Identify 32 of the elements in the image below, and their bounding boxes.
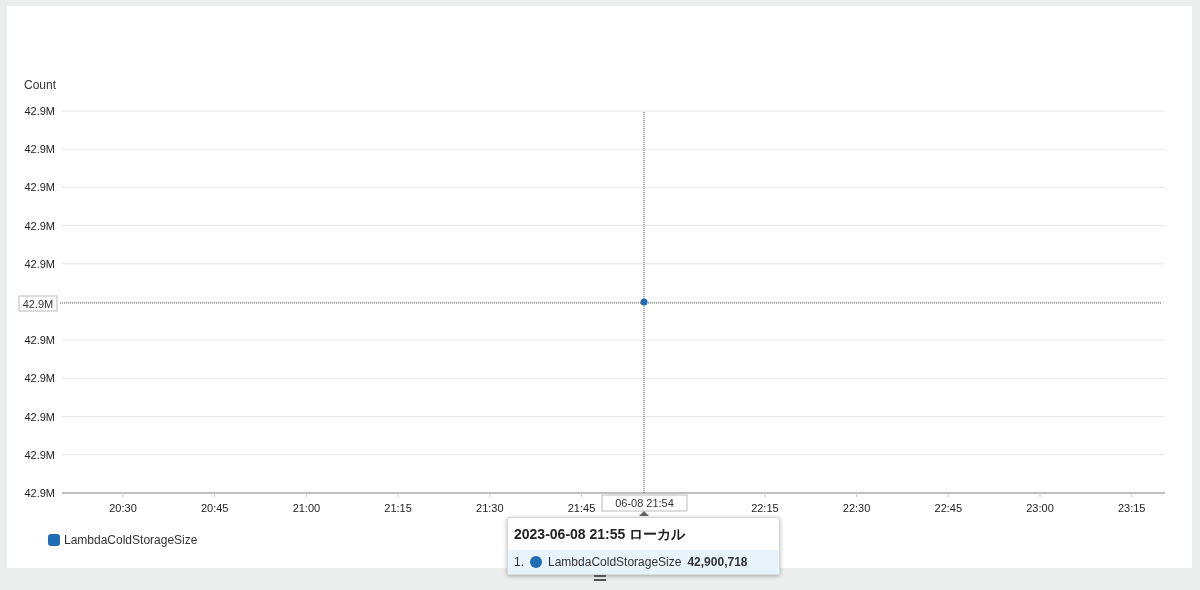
crosshair-time-label: 06-08 21:54 (601, 494, 688, 512)
axis-tick-label: 21:30 (476, 502, 504, 514)
axis-tick-label: 21:00 (292, 502, 321, 514)
axis-tick-label: 22:45 (934, 502, 963, 514)
axis-tick-label: 20:45 (200, 502, 229, 514)
axis-tick-label: 42.9M (24, 487, 55, 499)
data-point (640, 298, 648, 306)
axis-tick-label: 42.9M (24, 334, 55, 347)
axis-tick-label: 42.9M (24, 372, 55, 385)
axis-tick-label: 21:45 (567, 502, 596, 514)
axis-tick-label: 42.9M (24, 410, 55, 423)
axis-tick-label: 21:15 (384, 502, 412, 514)
axis-tick-label: 23:00 (1026, 502, 1054, 514)
axis-tick-label: 22:15 (751, 502, 779, 514)
series-value: 42,900,718 (687, 554, 748, 571)
row-index: 1. (514, 554, 524, 571)
axis-tick-label: 42.9M (24, 105, 55, 117)
axis-tick-label: 42.9M (24, 143, 55, 156)
axis-tick-label: 22:30 (842, 502, 871, 514)
axis-tick-label: 42.9M (24, 448, 55, 461)
axis-title: Count (24, 78, 57, 92)
legend-label[interactable]: LambdaColdStorageSize (64, 531, 198, 549)
axis-tick-label: 23:15 (1117, 502, 1146, 514)
axis-tick-label: 42.9M (24, 257, 55, 270)
axis-tick-label: 42.9M (24, 181, 55, 194)
tooltip-title: 2023-06-08 21:55 ローカル (513, 525, 687, 544)
axis-tick-label: 42.9M (24, 219, 55, 232)
drag-handle-icon[interactable] (594, 574, 606, 582)
series-name: LambdaColdStorageSize (548, 554, 682, 571)
axis-tick-label: 20:30 (109, 502, 137, 514)
crosshair-value-label: 42.9M (18, 295, 58, 312)
pointer-icon (639, 511, 649, 516)
